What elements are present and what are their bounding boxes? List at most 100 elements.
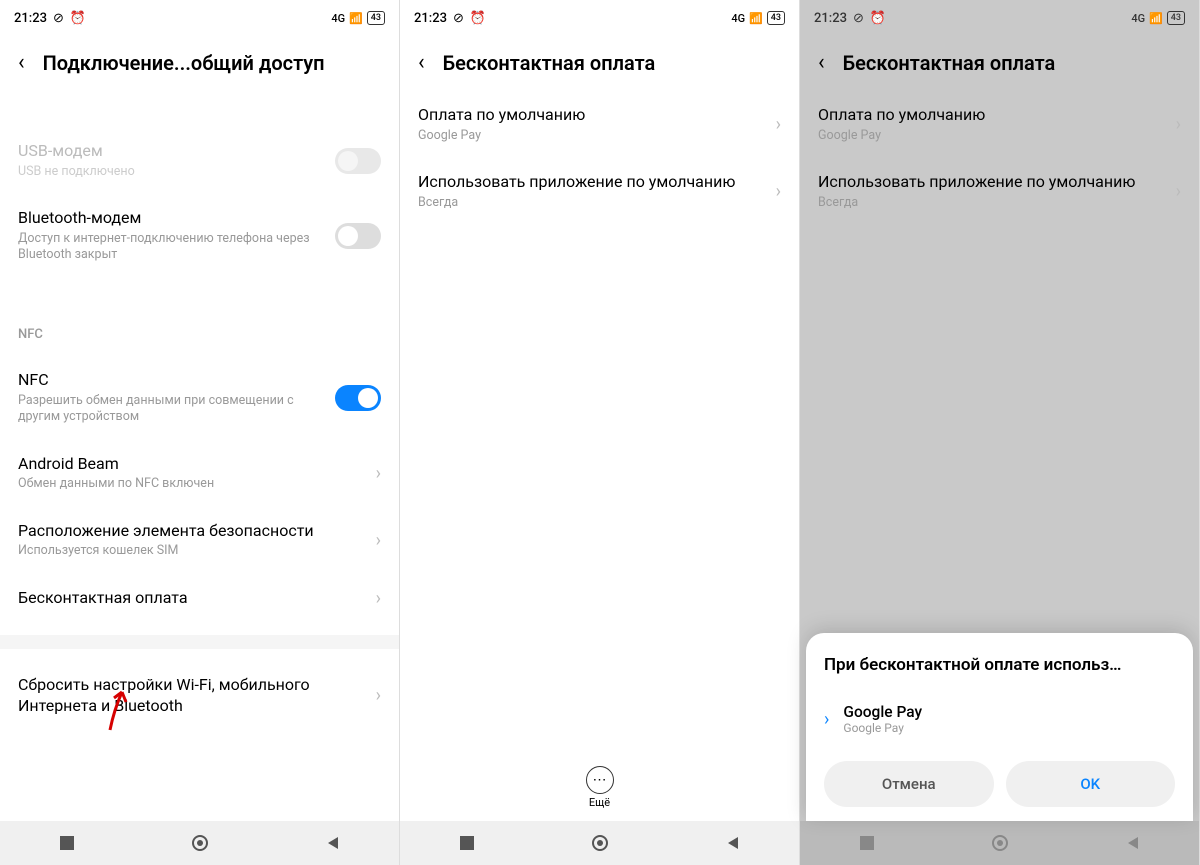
- item-sub: USB не подключено: [18, 164, 335, 180]
- more-icon[interactable]: ⋯: [586, 766, 614, 794]
- battery-icon: 43: [1167, 11, 1185, 25]
- chevron-right-icon: ›: [376, 685, 381, 706]
- item-android-beam[interactable]: Android Beam Обмен данными по NFC включе…: [18, 440, 381, 507]
- item-use-default-app: Использовать приложение по умолчанию Все…: [818, 158, 1181, 225]
- separator: [0, 635, 399, 649]
- alarm-icon: ⏰: [470, 11, 486, 26]
- item-secure-element[interactable]: Расположение элемента безопасности Испол…: [18, 507, 381, 574]
- content: Оплата по умолчанию Google Pay › Использ…: [400, 91, 799, 754]
- nav-recent-icon[interactable]: [457, 833, 477, 853]
- chevron-right-icon: ›: [376, 588, 381, 609]
- item-nfc[interactable]: NFC Разрешить обмен данными при совмещен…: [18, 356, 381, 439]
- battery-icon: 43: [767, 11, 785, 25]
- signal-icon: 📶: [749, 12, 763, 25]
- status-time: 21:23: [414, 11, 447, 26]
- item-title: Bluetooth-модем: [18, 208, 335, 229]
- item-title: Android Beam: [18, 454, 376, 475]
- status-bar: 21:23 ⊘ ⏰ 4G 📶 43: [800, 0, 1199, 36]
- chevron-right-icon: ›: [1176, 114, 1181, 135]
- item-title: NFC: [18, 370, 335, 391]
- status-bar: 21:23 ⊘ ⏰ 4G 📶 43: [400, 0, 799, 36]
- network-icon: 4G: [1131, 12, 1145, 25]
- sheet-option-google-pay[interactable]: › Google Pay Google Pay: [824, 693, 1175, 753]
- battery-icon: 43: [367, 11, 385, 25]
- item-default-payment: Оплата по умолчанию Google Pay ›: [818, 91, 1181, 158]
- item-default-payment[interactable]: Оплата по умолчанию Google Pay ›: [418, 91, 781, 158]
- nav-back-icon[interactable]: [1123, 833, 1143, 853]
- item-title: Оплата по умолчанию: [818, 105, 1176, 126]
- page-title: Бесконтактная оплата: [443, 51, 656, 75]
- nav-home-icon[interactable]: [590, 833, 610, 853]
- alarm-icon: ⏰: [870, 11, 886, 26]
- item-title: Сбросить настройки Wi-Fi, мобильного Инт…: [18, 675, 376, 717]
- chevron-right-icon: ›: [776, 181, 781, 202]
- nav-bar: [800, 821, 1199, 865]
- nfc-section-header: NFC: [18, 313, 381, 356]
- content: USB-модем USB не подключено Bluetooth-мо…: [0, 91, 399, 821]
- screen-dialog: 21:23 ⊘ ⏰ 4G 📶 43 ‹ Бесконтактная оплата…: [800, 0, 1200, 865]
- item-bluetooth-modem[interactable]: Bluetooth-модем Доступ к интернет-подклю…: [18, 194, 381, 277]
- item-title: Использовать приложение по умолчанию: [818, 172, 1176, 193]
- network-icon: 4G: [331, 12, 345, 25]
- bottom-action: ⋯ Ещё: [400, 754, 799, 821]
- status-bar: 21:23 ⊘ ⏰ 4G 📶 43: [0, 0, 399, 36]
- item-sub: Доступ к интернет-подключению телефона ч…: [18, 231, 335, 264]
- page-title: Бесконтактная оплата: [843, 51, 1056, 75]
- chevron-right-icon: ›: [1176, 181, 1181, 202]
- nav-back-icon[interactable]: [323, 833, 343, 853]
- item-title: Расположение элемента безопасности: [18, 521, 376, 542]
- signal-icon: 📶: [1149, 12, 1163, 25]
- nav-bar: [400, 821, 799, 865]
- dnd-icon: ⊘: [853, 11, 864, 26]
- item-sub: Разрешить обмен данными при совмещении с…: [18, 393, 335, 426]
- status-time: 21:23: [14, 11, 47, 26]
- back-icon[interactable]: ‹: [418, 50, 425, 75]
- item-sub: Используется кошелек SIM: [18, 543, 376, 559]
- status-time: 21:23: [814, 11, 847, 26]
- nav-recent-icon[interactable]: [57, 833, 77, 853]
- item-title: Оплата по умолчанию: [418, 105, 776, 126]
- back-icon[interactable]: ‹: [818, 50, 825, 75]
- ok-button[interactable]: OK: [1006, 761, 1176, 807]
- chevron-right-icon: ›: [824, 709, 829, 730]
- nav-back-icon[interactable]: [723, 833, 743, 853]
- option-sub: Google Pay: [843, 721, 1175, 735]
- nav-recent-icon[interactable]: [857, 833, 877, 853]
- item-title: Бесконтактная оплата: [18, 588, 376, 609]
- back-icon[interactable]: ‹: [18, 50, 25, 75]
- screen-connection-sharing: 21:23 ⊘ ⏰ 4G 📶 43 ‹ Подключение...общий …: [0, 0, 400, 865]
- screen-contactless-payment: 21:23 ⊘ ⏰ 4G 📶 43 ‹ Бесконтактная оплата…: [400, 0, 800, 865]
- more-label: Ещё: [589, 796, 610, 809]
- item-usb-modem: USB-модем USB не подключено: [18, 127, 381, 194]
- page-title: Подключение...общий доступ: [43, 51, 325, 75]
- dnd-icon: ⊘: [53, 11, 64, 26]
- chevron-right-icon: ›: [376, 463, 381, 484]
- nav-home-icon[interactable]: [990, 833, 1010, 853]
- item-use-default-app[interactable]: Использовать приложение по умолчанию Все…: [418, 158, 781, 225]
- item-title: Использовать приложение по умолчанию: [418, 172, 776, 193]
- alarm-icon: ⏰: [70, 11, 86, 26]
- network-icon: 4G: [731, 12, 745, 25]
- nav-home-icon[interactable]: [190, 833, 210, 853]
- nfc-toggle[interactable]: [335, 385, 381, 411]
- dnd-icon: ⊘: [453, 11, 464, 26]
- chevron-right-icon: ›: [776, 114, 781, 135]
- item-sub: Google Pay: [418, 128, 776, 144]
- item-reset-network[interactable]: Сбросить настройки Wi-Fi, мобильного Инт…: [18, 661, 381, 731]
- item-sub: Обмен данными по NFC включен: [18, 476, 376, 492]
- item-contactless-payment[interactable]: Бесконтактная оплата ›: [18, 574, 381, 623]
- header: ‹ Бесконтактная оплата: [400, 36, 799, 91]
- item-title: USB-модем: [18, 141, 335, 162]
- bluetooth-toggle[interactable]: [335, 223, 381, 249]
- item-sub: Всегда: [818, 195, 1176, 211]
- bottom-sheet: При бесконтактной оплате использ… › Goog…: [806, 633, 1193, 821]
- nav-bar: [0, 821, 399, 865]
- sheet-title: При бесконтактной оплате использ…: [824, 655, 1175, 675]
- item-sub: Всегда: [418, 195, 776, 211]
- header: ‹ Бесконтактная оплата: [800, 36, 1199, 91]
- signal-icon: 📶: [349, 12, 363, 25]
- usb-toggle: [335, 148, 381, 174]
- item-sub: Google Pay: [818, 128, 1176, 144]
- cancel-button[interactable]: Отмена: [824, 761, 994, 807]
- header: ‹ Подключение...общий доступ: [0, 36, 399, 91]
